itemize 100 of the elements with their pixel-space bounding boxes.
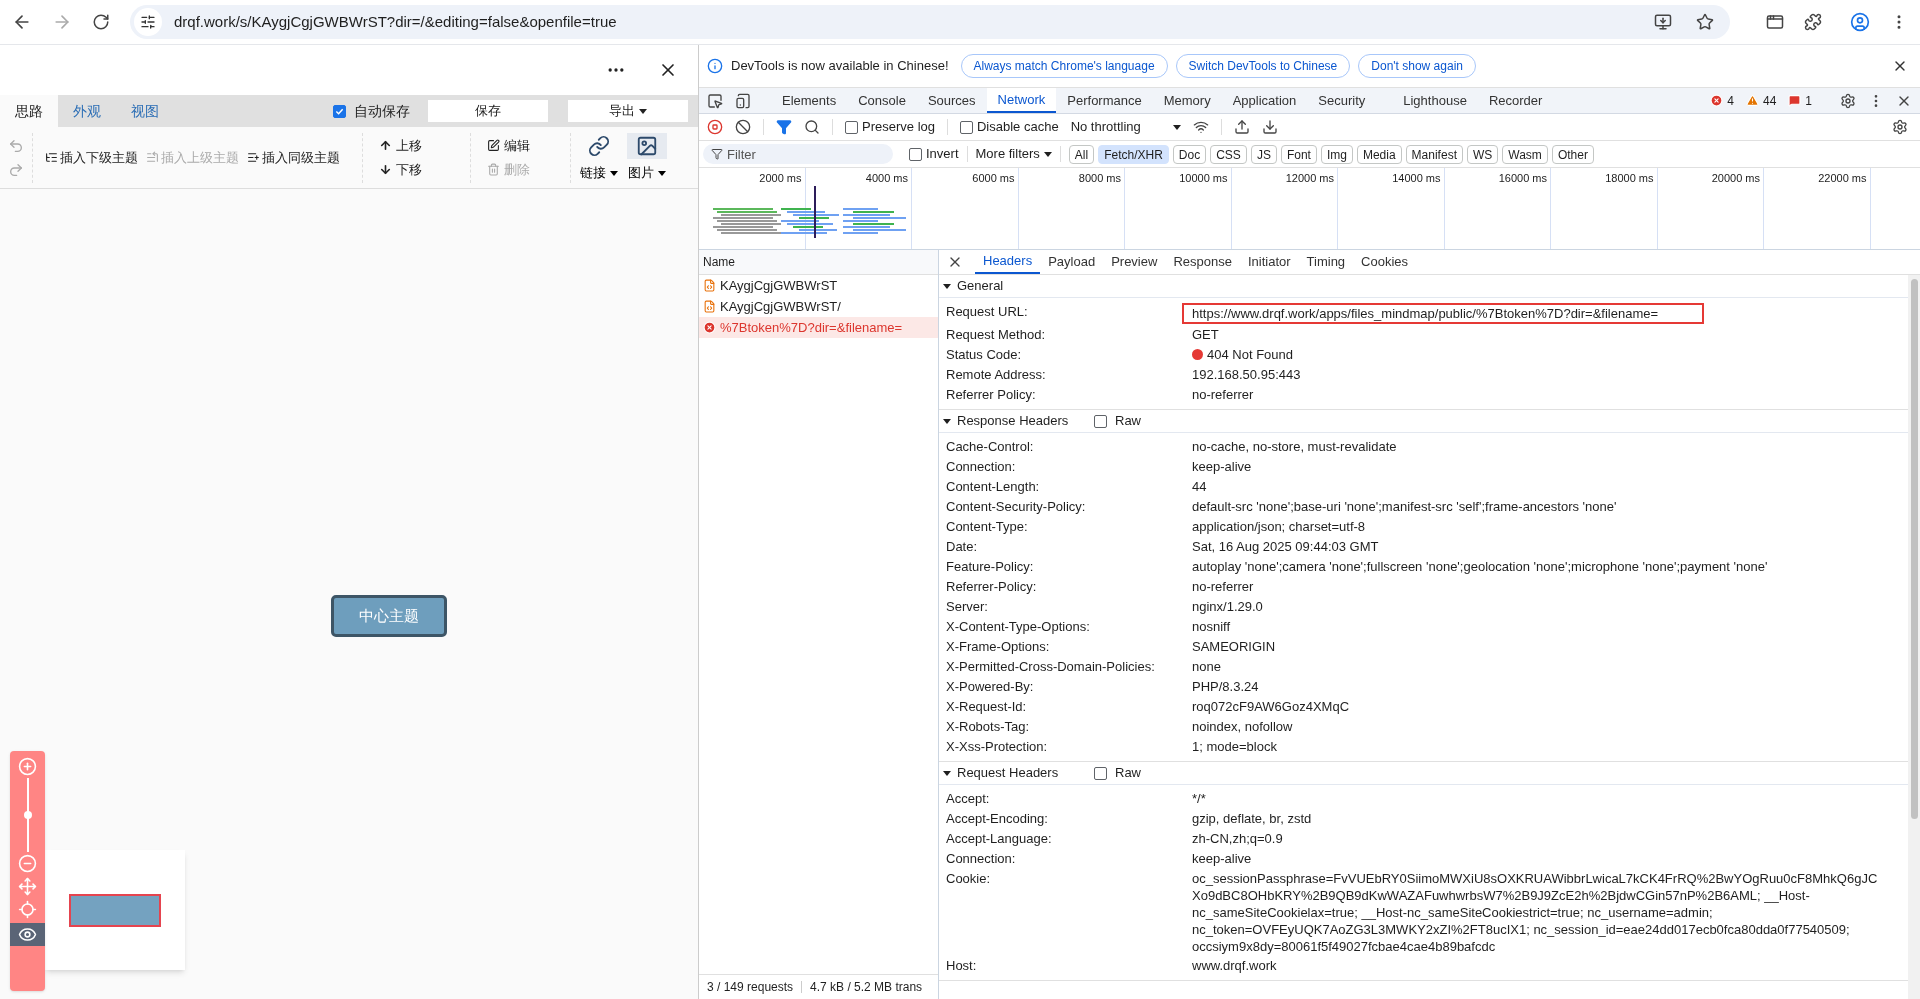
timeline-tick: 12000 ms bbox=[1285, 172, 1334, 184]
panel-tab[interactable]: Application bbox=[1221, 88, 1308, 113]
header-value: 44 bbox=[1192, 478, 1207, 495]
type-filter-chip[interactable]: Fetch/XHR bbox=[1098, 144, 1169, 164]
type-filter-chip[interactable]: Other bbox=[1551, 144, 1594, 164]
panel-tab[interactable]: Recorder bbox=[1477, 88, 1554, 113]
detail-tab[interactable]: Payload bbox=[1040, 250, 1104, 274]
filter-icon[interactable] bbox=[776, 119, 792, 135]
type-filter-chip[interactable]: WS bbox=[1466, 144, 1499, 164]
header-name: Content-Security-Policy: bbox=[945, 498, 1087, 516]
extensions-icon[interactable] bbox=[1804, 13, 1822, 31]
type-filter-chip[interactable]: Manifest bbox=[1405, 144, 1463, 164]
site-info-icon[interactable] bbox=[134, 8, 162, 36]
header-value: noindex, nofollow bbox=[1192, 718, 1293, 735]
detail-tab[interactable]: Timing bbox=[1298, 250, 1354, 274]
install-icon[interactable] bbox=[1654, 13, 1672, 31]
filter-field[interactable]: Filter bbox=[703, 144, 893, 164]
invert-label: Invert bbox=[926, 145, 959, 164]
image-icon bbox=[636, 134, 658, 157]
type-filter-chip[interactable]: JS bbox=[1250, 144, 1277, 164]
edit-node-button[interactable]: 编辑 bbox=[487, 136, 554, 156]
header-name: Accept: bbox=[945, 790, 991, 808]
checkbox[interactable] bbox=[845, 120, 858, 134]
move-button[interactable]: 下移 bbox=[379, 159, 454, 179]
type-filter-chip[interactable]: Doc bbox=[1172, 144, 1207, 164]
profile-icon[interactable] bbox=[1850, 12, 1870, 32]
search-icon[interactable] bbox=[804, 119, 820, 135]
settings-icon[interactable] bbox=[1892, 119, 1908, 135]
network-conditions-icon[interactable] bbox=[1192, 119, 1209, 135]
header-name: Content-Type: bbox=[945, 518, 1029, 536]
panel-tab[interactable]: Memory bbox=[1152, 88, 1222, 113]
ribbon-tab[interactable]: 视图 bbox=[116, 95, 174, 127]
device-toolbar-icon[interactable] bbox=[735, 92, 751, 109]
save-button[interactable]: 保存 bbox=[428, 100, 548, 122]
settings-icon[interactable] bbox=[1840, 92, 1856, 109]
minimap-viewport[interactable] bbox=[69, 893, 161, 927]
header-value: 192.168.50.95:443 bbox=[1192, 366, 1301, 383]
inspect-icon[interactable] bbox=[707, 92, 723, 109]
address-bar[interactable]: drqf.work/s/KAygjCgjGWBWrST?dir=/&editing=false&openfile=true bbox=[130, 5, 1730, 39]
panel-tab[interactable]: Elements bbox=[771, 88, 848, 113]
ribbon-tab[interactable]: 外观 bbox=[58, 95, 116, 127]
move-button[interactable]: 上移 bbox=[379, 136, 454, 156]
bookmark-icon[interactable] bbox=[1696, 13, 1714, 31]
section-toggle[interactable] bbox=[943, 281, 953, 291]
checkbox[interactable] bbox=[333, 104, 346, 118]
insert-topic-button[interactable]: 插入下级主题 bbox=[45, 147, 138, 168]
checkmark-icon bbox=[335, 106, 344, 116]
panel-tab[interactable]: Console bbox=[847, 88, 917, 113]
link-button[interactable]: 链接 bbox=[579, 132, 619, 183]
panel-tab[interactable]: Lighthouse bbox=[1392, 88, 1478, 113]
throttling-dropdown[interactable]: No throttling bbox=[1070, 117, 1181, 137]
insert-topic-button[interactable]: 插入同级主题 bbox=[247, 147, 340, 168]
detail-tab[interactable]: Cookies bbox=[1353, 250, 1417, 274]
detail-tab[interactable]: Preview bbox=[1103, 250, 1166, 274]
type-filter-chip[interactable]: Font bbox=[1280, 144, 1317, 164]
request-row[interactable]: %7Btoken%7D?dir=&filename= bbox=[699, 317, 938, 338]
panel-tab[interactable]: Performance bbox=[1056, 88, 1153, 113]
reload-icon[interactable] bbox=[92, 13, 110, 31]
section-title[interactable]: Response Headers bbox=[957, 411, 1090, 431]
checkbox[interactable] bbox=[960, 120, 973, 134]
zoom-slider[interactable] bbox=[22, 778, 33, 852]
checkbox[interactable] bbox=[1094, 414, 1107, 428]
export-icon[interactable] bbox=[1261, 119, 1278, 135]
type-filter-chip[interactable]: CSS bbox=[1210, 144, 1247, 164]
checkbox[interactable] bbox=[909, 147, 922, 161]
clear-icon[interactable] bbox=[735, 119, 751, 135]
checkbox[interactable] bbox=[1094, 766, 1107, 780]
section-title[interactable]: General bbox=[957, 276, 1090, 296]
panel-tab[interactable]: Sources bbox=[916, 88, 987, 113]
link-icon bbox=[588, 134, 610, 157]
slider-thumb[interactable] bbox=[23, 811, 32, 819]
tab-search-icon[interactable] bbox=[1766, 13, 1784, 31]
header-name: Cookie: bbox=[945, 870, 992, 888]
filter-icon bbox=[711, 148, 723, 160]
more-filters-dropdown[interactable]: More filters bbox=[975, 144, 1052, 164]
export-button[interactable]: 导出 bbox=[568, 100, 688, 122]
type-filter-chip[interactable]: All bbox=[1068, 144, 1095, 164]
column-header[interactable]: Name bbox=[703, 253, 735, 271]
scrollbar-thumb[interactable] bbox=[1910, 279, 1918, 819]
import-icon[interactable] bbox=[1233, 119, 1250, 135]
issue-count[interactable]: 1 bbox=[1805, 91, 1812, 110]
request-row[interactable]: KAygjCgjGWBWrST/ bbox=[699, 296, 938, 317]
section-title[interactable]: Request Headers bbox=[957, 763, 1090, 783]
warning-count[interactable]: 44 bbox=[1762, 91, 1777, 110]
request-row[interactable]: KAygjCgjGWBWrST bbox=[699, 275, 938, 296]
type-filter-chip[interactable]: Img bbox=[1320, 144, 1353, 164]
eye-icon[interactable] bbox=[10, 923, 45, 946]
type-filter-chip[interactable]: Wasm bbox=[1502, 144, 1548, 164]
detail-tab[interactable]: Initiator bbox=[1239, 250, 1299, 274]
section-toggle[interactable] bbox=[943, 416, 953, 426]
header-value: no-referrer bbox=[1192, 578, 1254, 595]
record-icon[interactable] bbox=[707, 119, 723, 135]
detail-tab[interactable]: Response bbox=[1165, 250, 1240, 274]
ribbon-tab[interactable]: 思路 bbox=[0, 95, 58, 127]
panel-tab[interactable]: Network bbox=[986, 88, 1057, 113]
section-toggle[interactable] bbox=[943, 768, 953, 778]
error-count[interactable]: 4 bbox=[1727, 91, 1734, 110]
panel-tab[interactable]: Security bbox=[1307, 88, 1377, 113]
type-filter-chip[interactable]: Media bbox=[1356, 144, 1402, 164]
insert-topic-icon bbox=[146, 151, 159, 164]
